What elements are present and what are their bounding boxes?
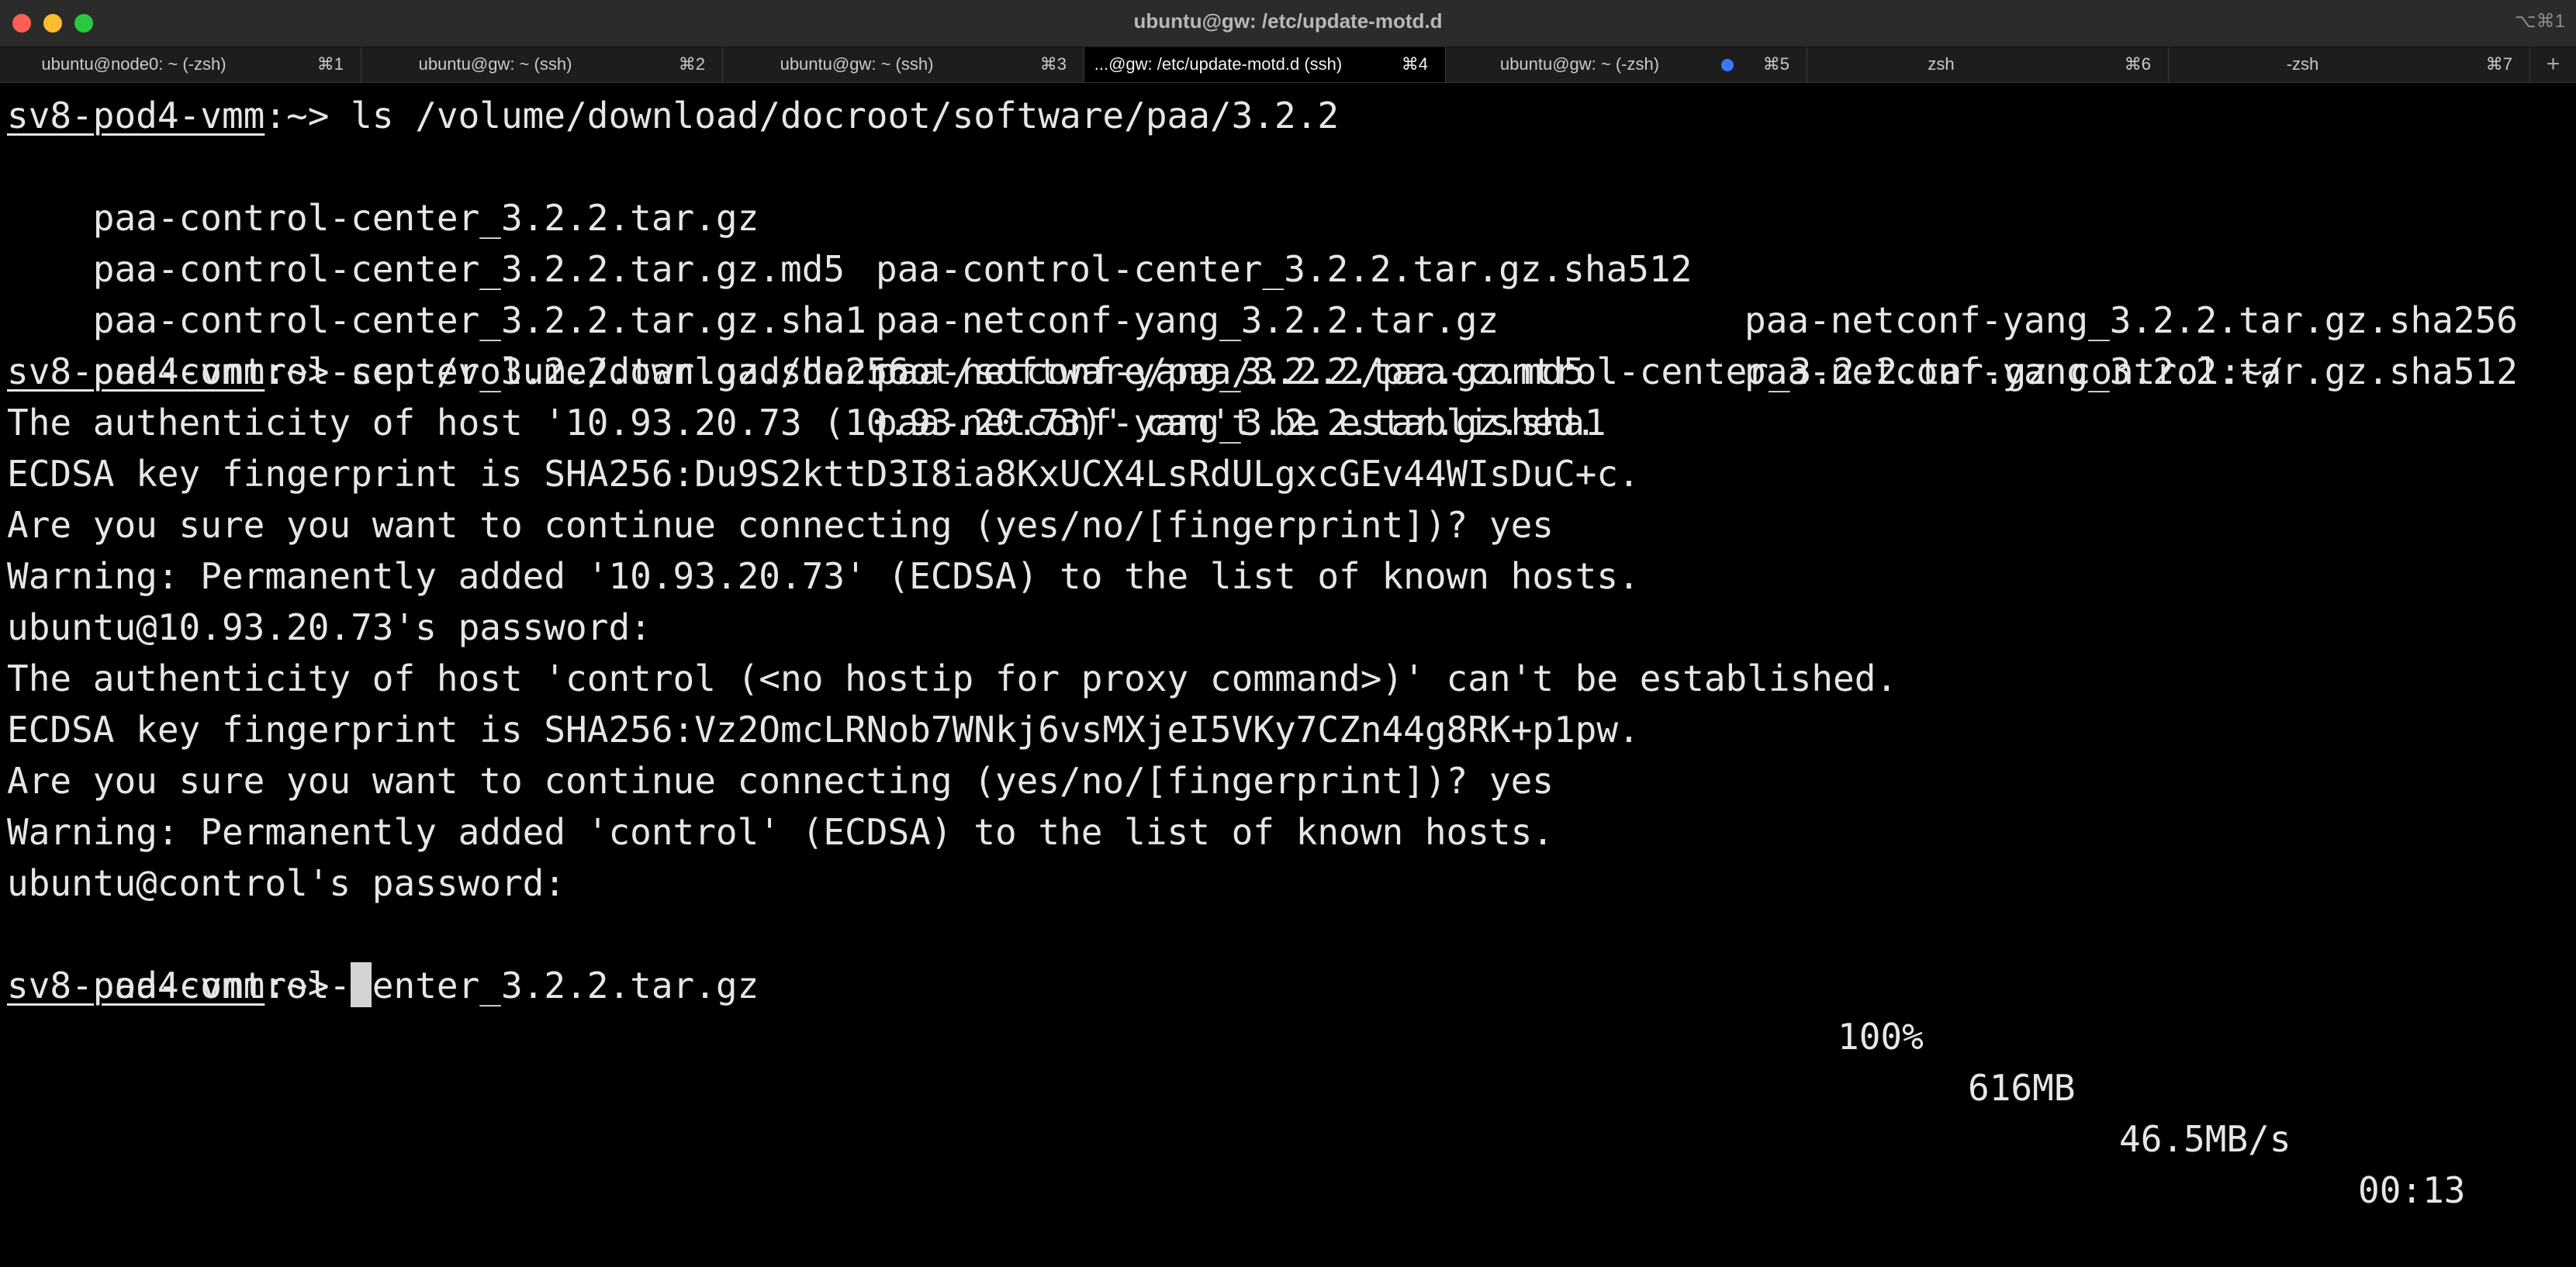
tab-shortcut: ⌘7 (2485, 54, 2512, 74)
tab-shortcut: ⌘1 (316, 54, 344, 74)
title-bar: ubuntu@gw: /etc/update-motd.d ⌥⌘1 (0, 0, 2576, 47)
window-title: ubuntu@gw: /etc/update-motd.d (1133, 9, 1443, 33)
transfer-progress-line: paa-control-center_3.2.2.tar.gz 100% 616… (7, 909, 2466, 1211)
ls-output-row: paa-control-center_3.2.2.tar.gz paa-cont… (7, 141, 2518, 341)
command-text: ls /volume/download/docroot/software/paa… (351, 95, 1340, 136)
tab-shortcut: ⌘5 (1762, 54, 1789, 74)
tab-5[interactable]: ubuntu@gw: ~ (-zsh) ⌘5 (1446, 47, 1807, 82)
output-line: Warning: Permanently added '10.93.20.73'… (7, 555, 1640, 597)
output-line: Are you sure you want to continue connec… (7, 504, 1554, 546)
file-name: paa-netconf-yang_3.2.2.tar.gz.sha256 (1744, 299, 2518, 341)
command-text: scp /volume/download/docroot/software/pa… (351, 350, 2284, 392)
tab-title: -zsh (2286, 54, 2319, 74)
text-cursor[interactable] (351, 962, 372, 1007)
output-line: ubuntu@10.93.20.73's password: (7, 606, 652, 648)
tab-3[interactable]: ubuntu@gw: ~ (ssh) ⌘3 (723, 47, 1084, 82)
command-line: sv8-pod4-vmm:~> ls /volume/download/docr… (7, 90, 1339, 141)
command-line: sv8-pod4-vmm:~> scp /volume/download/doc… (7, 346, 2284, 397)
tab-title: ubuntu@gw: ~ (ssh) (418, 54, 572, 74)
tab-shortcut: ⌘6 (2124, 54, 2151, 74)
new-tab-button[interactable]: + (2530, 47, 2576, 82)
output-line: The authenticity of host '10.93.20.73 (1… (7, 402, 1597, 444)
prompt-host: sv8-pod4-vmm (7, 965, 265, 1006)
tab-bar: ubuntu@node0: ~ (-zsh) ⌘1 ubuntu@gw: ~ (… (0, 47, 2576, 83)
transfer-time: 00:13 (2358, 1169, 2466, 1211)
tab-title: ubuntu@gw: ~ (-zsh) (1499, 54, 1660, 74)
ls-output-row: paa-control-center_3.2.2.tar.gz.sha1 paa… (7, 243, 1585, 392)
transfer-size: 616MB (1968, 1067, 2076, 1109)
tab-1[interactable]: ubuntu@node0: ~ (-zsh) ⌘1 (0, 47, 361, 82)
output-line: Are you sure you want to continue connec… (7, 760, 1554, 802)
ls-output-row: paa-control-center_3.2.2.tar.gz.sha256 p… (7, 295, 1606, 444)
transfer-rate: 46.5MB/s (2119, 1118, 2291, 1160)
tab-6[interactable]: zsh ⌘6 (1807, 47, 2169, 82)
output-line: ubuntu@control's password: (7, 862, 566, 904)
tab-title: zsh (1928, 54, 1955, 74)
file-name: paa-netconf-yang_3.2.2.tar.gz (876, 299, 1499, 341)
tab-2[interactable]: ubuntu@gw: ~ (ssh) ⌘2 (361, 47, 723, 82)
activity-dot-icon (1721, 59, 1734, 71)
tab-title: ubuntu@gw: ~ (ssh) (780, 54, 934, 74)
file-name: paa-control-center_3.2.2.tar.gz.sha512 (876, 248, 1693, 290)
prompt-suffix: :~> (265, 965, 351, 1006)
terminal-output[interactable]: sv8-pod4-vmm:~> ls /volume/download/docr… (0, 83, 2576, 1211)
tab-title: ...@gw: /etc/update-motd.d (ssh) (1094, 54, 1343, 74)
output-line: ECDSA key fingerprint is SHA256:Vz2OmcLR… (7, 709, 1640, 751)
ls-output-row: paa-control-center_3.2.2.tar.gz.md5 paa-… (7, 192, 2518, 392)
transfer-percent: 100% (1838, 1016, 1924, 1058)
prompt-suffix: :~> (265, 350, 351, 392)
tab-shortcut: ⌘2 (678, 54, 705, 74)
prompt-host: sv8-pod4-vmm (7, 350, 265, 392)
window-shortcut: ⌥⌘1 (2514, 11, 2565, 32)
tab-4-active[interactable]: ...@gw: /etc/update-motd.d (ssh) ⌘4 (1084, 47, 1446, 82)
command-line: sv8-pod4-vmm:~> (7, 960, 372, 1011)
tab-shortcut: ⌘4 (1401, 54, 1428, 74)
output-line: ECDSA key fingerprint is SHA256:Du9S2ktt… (7, 453, 1640, 495)
tab-title: ubuntu@node0: ~ (-zsh) (41, 54, 226, 74)
output-line: Warning: Permanently added 'control' (EC… (7, 811, 1554, 853)
prompt-host: sv8-pod4-vmm (7, 95, 265, 136)
output-line: The authenticity of host 'control (<no h… (7, 658, 1898, 699)
prompt-suffix: :~> (265, 95, 351, 136)
tab-7[interactable]: -zsh ⌘7 (2169, 47, 2530, 82)
tab-shortcut: ⌘3 (1039, 54, 1067, 74)
